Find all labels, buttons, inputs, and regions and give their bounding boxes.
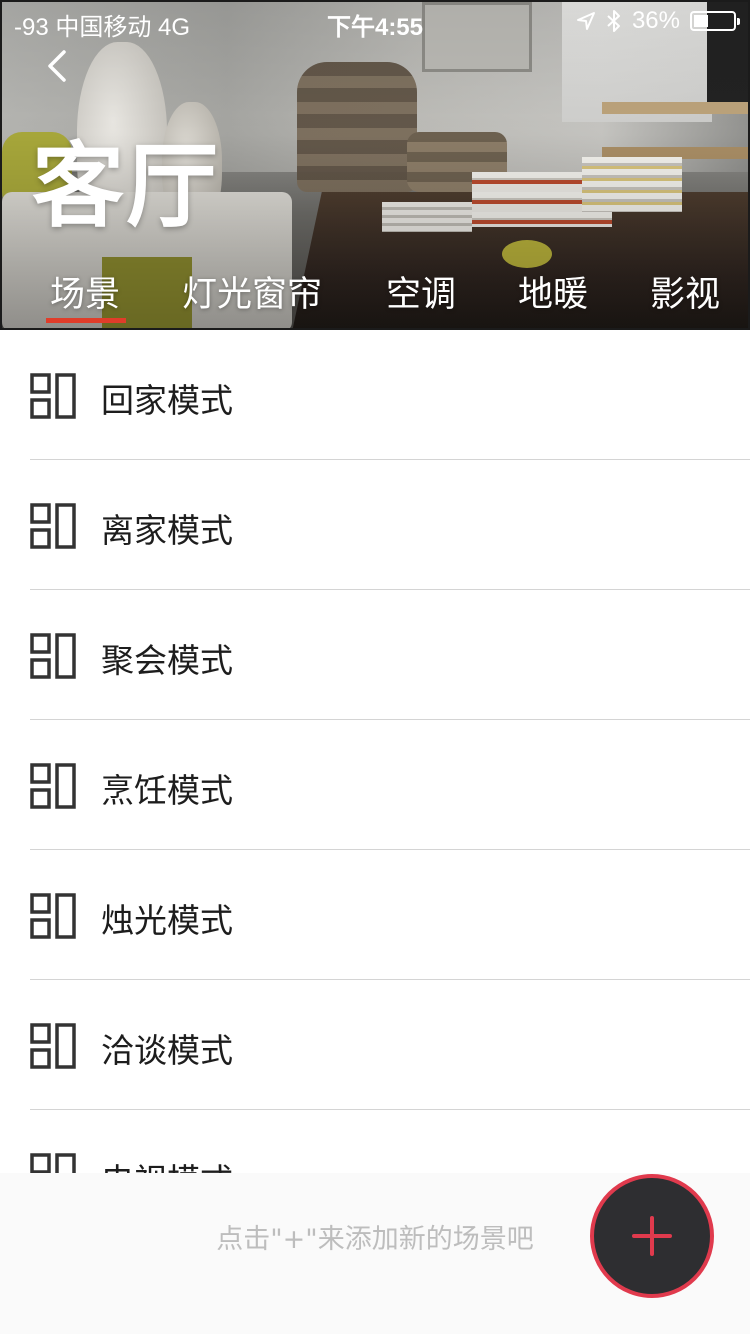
- tab-air-conditioning[interactable]: 空调: [386, 266, 456, 317]
- back-chevron-icon[interactable]: [40, 46, 80, 86]
- bluetooth-icon: [607, 10, 620, 32]
- scene-label: 烹饪模式: [101, 771, 233, 810]
- scene-row-cooking[interactable]: 烹饪模式: [0, 720, 750, 850]
- scene-label: 电视模式: [101, 1154, 233, 1173]
- scene-label: 离家模式: [101, 511, 233, 550]
- scene-grid-icon: [30, 1023, 76, 1069]
- scene-list: 回家模式 离家模式 聚会模式 烹饪模式 烛光模式 洽谈模式: [0, 330, 750, 1173]
- scene-row-party[interactable]: 聚会模式: [0, 590, 750, 720]
- scene-label: 洽谈模式: [101, 1031, 233, 1070]
- battery-percent: 36%: [631, 7, 680, 34]
- add-scene-button[interactable]: [590, 1174, 714, 1298]
- tab-scene[interactable]: 场景: [50, 266, 120, 317]
- scene-label: 聚会模式: [101, 641, 233, 680]
- scene-grid-icon: [30, 633, 76, 679]
- plus-icon: [632, 1216, 672, 1256]
- scene-row-candlelight[interactable]: 烛光模式: [0, 850, 750, 980]
- scene-grid-icon: [30, 373, 76, 419]
- scene-label: 烛光模式: [101, 901, 233, 940]
- tab-video[interactable]: 影视: [650, 266, 720, 317]
- scene-row-away[interactable]: 离家模式: [0, 460, 750, 590]
- category-tabs: 场景 灯光窗帘 空调 地暖 影视: [0, 266, 750, 326]
- active-tab-indicator: [46, 318, 126, 323]
- scene-grid-icon: [30, 893, 76, 939]
- status-bar: -93 中国移动 4G 下午4:55 36%: [0, 0, 750, 41]
- scene-label: 回家模式: [101, 381, 233, 420]
- tab-lighting-curtains[interactable]: 灯光窗帘: [182, 266, 322, 317]
- tab-floor-heating[interactable]: 地暖: [518, 266, 588, 317]
- scene-grid-icon: [30, 763, 76, 809]
- battery-icon: [690, 11, 740, 31]
- location-arrow-icon: [576, 12, 595, 30]
- scene-grid-icon: [30, 1153, 76, 1173]
- scene-row-meeting[interactable]: 洽谈模式: [0, 980, 750, 1110]
- scene-row-home[interactable]: 回家模式: [0, 330, 750, 460]
- room-title: 客厅: [32, 133, 221, 240]
- scene-grid-icon: [30, 503, 76, 549]
- scene-row-tv[interactable]: 电视模式: [0, 1110, 750, 1173]
